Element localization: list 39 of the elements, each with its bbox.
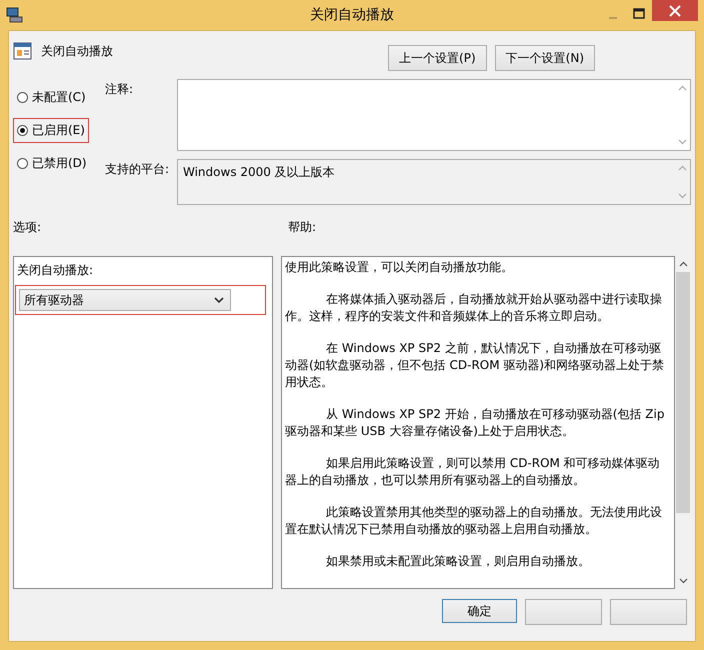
scroll-up-icon — [678, 165, 686, 171]
scroll-down-icon — [678, 139, 686, 145]
scroll-thumb[interactable] — [676, 272, 690, 513]
button[interactable] — [610, 599, 687, 625]
window-title: 关闭自动播放 — [309, 6, 395, 24]
close-button[interactable] — [652, 0, 698, 21]
radio-icon — [17, 125, 28, 136]
radio-option[interactable]: 已禁用(D) — [13, 151, 91, 176]
help-paragraph: 在将媒体插入驱动器后，自动播放就开始从驱动器中进行读取操作。这样，程序的安装文件和音频媒体上的音乐将立即启动。 — [285, 291, 663, 325]
help-paragraph: 如果启用此策略设置，则可以禁用 CD-ROM 和可移动媒体驱动器上的自动播放，也可以禁用所有驱动器上的自动播放。 — [285, 455, 661, 489]
chevron-down-icon — [214, 297, 224, 303]
navigation-button[interactable]: 下一个设置(N) — [494, 45, 595, 71]
scroll-down-icon — [678, 193, 686, 199]
help-paragraph: 在 Windows XP SP2 之前，默认情况下，自动播放在可移动驱动器(如软盘驱动器，但不包括 CD-ROM 驱动器)和网络驱动器上处于禁用状态。 — [285, 340, 666, 391]
scroll-down-icon — [678, 578, 688, 584]
ok-button[interactable]: 确定 — [442, 599, 517, 623]
help-heading: 帮助: — [288, 219, 316, 236]
settings-page-icon — [13, 41, 33, 61]
platform-label: 支持的平台: — [105, 161, 170, 178]
radio-option[interactable]: 未配置(C) — [13, 85, 90, 110]
help-paragraph: 从 Windows XP SP2 开始，自动播放在可移动驱动器(包括 Zip 驱动器和某些 USB 大容量存储设备)上处于启用状态。 — [285, 406, 666, 440]
radio-icon — [17, 92, 28, 103]
button[interactable] — [525, 599, 602, 625]
help-paragraph: 此策略设置禁用其他类型的驱动器上的自动播放。无法使用此设置在默认情况下已禁用自动播放的驱动器上启用自动播放。 — [285, 504, 663, 538]
help-paragraph: 如果禁用或未配置此策略设置，则启用自动播放。 — [325, 553, 591, 570]
radio-option[interactable]: 已启用(E) — [13, 118, 89, 143]
navigation-button[interactable]: 上一个设置(P) — [388, 45, 487, 71]
radio-icon — [17, 158, 28, 169]
platform-field: Windows 2000 及以上版本 — [177, 159, 691, 205]
drive-dropdown[interactable]: 所有驱动器 — [19, 289, 231, 311]
help-paragraph: 使用此策略设置，可以关闭自动播放功能。 — [285, 259, 514, 276]
scroll-up-icon — [678, 261, 688, 267]
policy-name: 关闭自动播放 — [41, 42, 113, 60]
close-icon — [669, 4, 681, 16]
scroll-up-icon — [678, 85, 686, 91]
options-heading: 选项: — [13, 219, 42, 236]
dropdown-label: 关闭自动播放: — [17, 262, 94, 279]
comment-label: 注释: — [105, 81, 134, 98]
comment-field[interactable] — [177, 79, 691, 151]
